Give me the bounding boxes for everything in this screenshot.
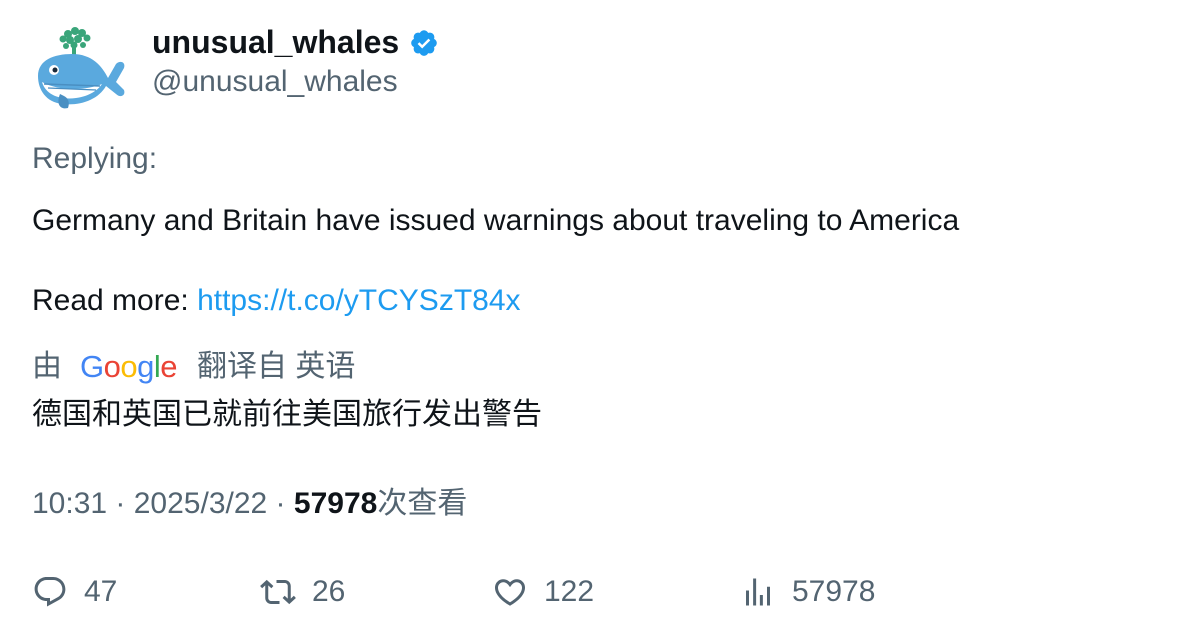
tweet-date[interactable]: 2025/3/22	[134, 487, 267, 520]
like-button[interactable]: 122	[492, 570, 594, 614]
display-name[interactable]: unusual_whales	[152, 24, 399, 60]
views-button[interactable]: 57978	[740, 570, 875, 614]
heart-icon	[494, 579, 526, 606]
tweet-text: Germany and Britain have issued warnings…	[32, 204, 960, 237]
views-action-count: 57978	[792, 575, 876, 608]
translation-suffix: 翻译自 英语	[197, 350, 356, 383]
tweet-link[interactable]: https://t.co/yTCYSzT84x	[197, 284, 520, 317]
retweet-button[interactable]: 26	[260, 570, 345, 614]
replying-label: Replying:	[32, 142, 158, 175]
avatar[interactable]	[30, 24, 126, 116]
google-logo: Google	[80, 349, 178, 384]
tweet-meta: 10:31 · 2025/3/22 · 57978次查看	[32, 486, 467, 522]
action-bar: 47 26 122 57978	[0, 570, 1196, 618]
verified-badge-icon	[409, 28, 439, 58]
reply-button[interactable]: 47	[32, 570, 117, 614]
author-name-row[interactable]: unusual_whales	[152, 24, 439, 60]
bar-chart-icon	[746, 578, 770, 606]
like-count: 122	[544, 575, 595, 608]
meta-separator: ·	[107, 487, 134, 520]
read-more-label: Read more:	[32, 284, 198, 317]
tweet-card: unusual_whales @unusual_whales Replying:…	[0, 0, 1196, 638]
meta-separator: ·	[267, 487, 294, 520]
read-more-line: Read more: https://t.co/yTCYSzT84x	[32, 283, 521, 319]
reply-count: 47	[84, 575, 118, 608]
reply-icon	[34, 577, 66, 607]
translation-prefix: 由	[32, 350, 62, 383]
whale-icon	[38, 27, 125, 109]
retweet-icon	[260, 579, 296, 605]
retweet-count: 26	[312, 575, 346, 608]
translation-attribution: 由 Google 翻译自 英语	[32, 349, 355, 385]
tweet-time[interactable]: 10:31	[32, 487, 107, 520]
author-handle[interactable]: @unusual_whales	[152, 64, 398, 100]
translated-text: 德国和英国已就前往美国旅行发出警告	[32, 398, 542, 431]
views-label: 次查看	[377, 487, 468, 520]
views-count: 57978	[293, 487, 378, 520]
